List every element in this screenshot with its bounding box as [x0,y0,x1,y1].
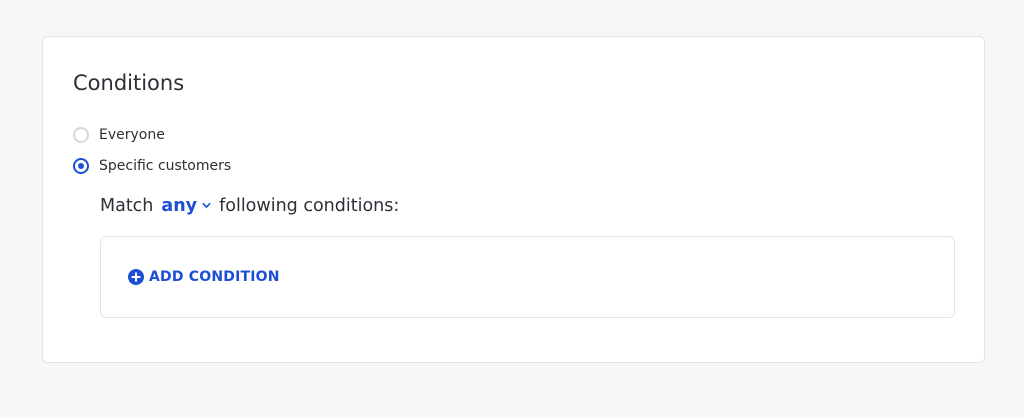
plus-circle-icon [128,269,144,285]
conditions-card: Conditions Everyone Specific customers M… [42,36,985,363]
conditions-list: ADD CONDITION [100,236,955,318]
match-suffix: following conditions: [219,196,400,216]
chevron-down-icon [202,202,211,208]
card-title: Conditions [73,71,185,95]
add-condition-button[interactable]: ADD CONDITION [128,268,280,286]
add-condition-label: ADD CONDITION [149,269,280,285]
radio-button-specific-customers[interactable] [73,158,89,174]
radio-option-everyone[interactable]: Everyone [73,126,165,144]
radio-button-everyone[interactable] [73,127,89,143]
radio-label-specific-customers: Specific customers [99,158,232,174]
match-type-dropdown[interactable]: any [161,195,211,217]
match-type-value: any [161,196,198,216]
radio-label-everyone: Everyone [99,127,165,143]
radio-option-specific-customers[interactable]: Specific customers [73,157,231,175]
match-sentence: Match any following conditions: [100,195,399,217]
match-prefix: Match [100,196,154,216]
